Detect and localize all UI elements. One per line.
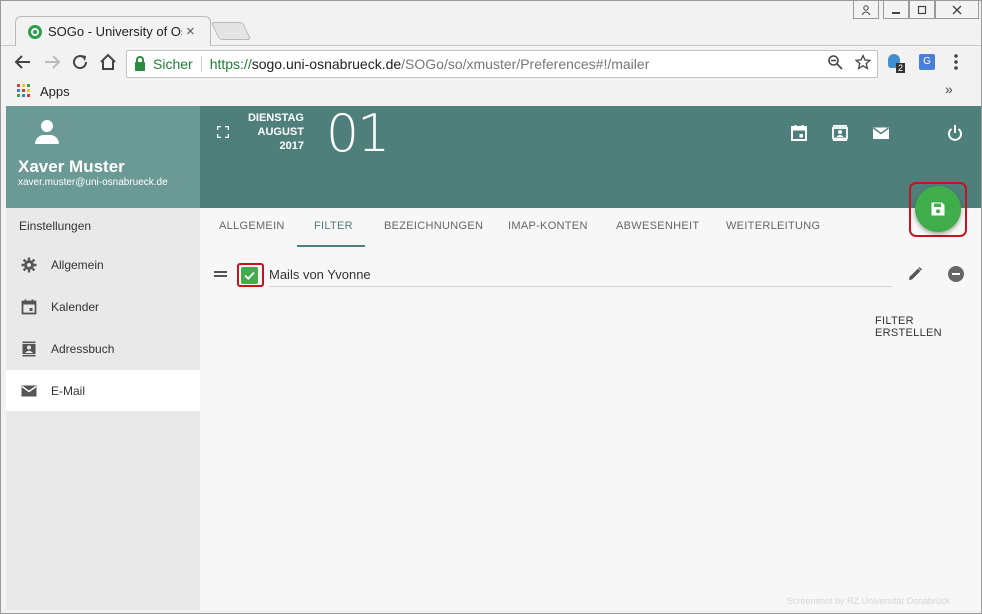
drag-handle-icon[interactable] <box>214 271 227 277</box>
omnibox-actions <box>827 53 872 74</box>
url-host: sogo.uni-osnabrueck.de <box>251 56 402 72</box>
fullscreen-icon[interactable] <box>216 125 230 139</box>
settings-heading: Einstellungen <box>19 219 92 233</box>
tab-close-icon[interactable]: × <box>186 23 195 40</box>
sidebar: Xaver Muster xaver.muster@uni-osnabrueck… <box>6 106 200 610</box>
tab-abwesenheit[interactable]: ABWESENHEIT <box>616 220 699 232</box>
url-scheme: https:// <box>209 56 252 72</box>
profile-icon[interactable] <box>853 1 879 19</box>
mail-icon <box>21 383 37 399</box>
date-year: 2017 <box>279 140 304 152</box>
remove-circle-icon[interactable] <box>948 266 964 282</box>
sidebar-item-label: Kalender <box>51 299 100 314</box>
date-day: 01 <box>326 104 390 164</box>
restore-button[interactable] <box>909 1 935 19</box>
filter-divider <box>269 286 892 287</box>
sogo-app: Xaver Muster xaver.muster@uni-osnabrueck… <box>6 104 981 610</box>
sidebar-item-label: E-Mail <box>51 383 86 398</box>
lock-icon <box>135 55 145 71</box>
sidebar-item-allgemein[interactable]: Allgemein <box>6 244 200 285</box>
tab-title: SOGo - University of Osnabrück <box>48 24 182 39</box>
top-bar: DIENSTAG AUGUST 2017 01 <box>200 104 981 208</box>
browser-menu-icon[interactable] <box>953 53 959 76</box>
tab-allgemein[interactable]: ALLGEMEIN <box>219 220 285 232</box>
filter-enabled-checkbox[interactable] <box>241 267 258 284</box>
contacts-icon <box>21 341 37 357</box>
watermark: Screenshot by RZ Universität Osnabrück <box>787 596 951 606</box>
calendar-icon <box>21 299 37 315</box>
tab-imap-konten[interactable]: IMAP-KONTEN <box>508 220 588 232</box>
reload-button[interactable] <box>69 53 91 75</box>
browser-tab[interactable]: SOGo - University of Osnabrück × <box>15 16 211 46</box>
bookmark-star-icon[interactable] <box>854 53 872 74</box>
tab-filter[interactable]: FILTER <box>314 220 353 232</box>
back-button[interactable] <box>12 53 34 75</box>
bookmark-apps[interactable]: Apps <box>40 84 70 99</box>
tab-weiterleitung[interactable]: WEITERLEITUNG <box>726 220 820 232</box>
home-button[interactable] <box>97 53 119 75</box>
address-bar[interactable]: Sicher https:// sogo.uni-osnabrueck.de /… <box>126 50 878 78</box>
filter-row: Mails von Yvonne <box>200 256 981 290</box>
create-filter-button[interactable]: FILTER ERSTELLEN <box>875 315 981 339</box>
contacts-app-icon[interactable] <box>831 124 849 142</box>
close-window-button[interactable] <box>935 1 979 19</box>
active-tab-indicator <box>297 245 365 247</box>
filter-name[interactable]: Mails von Yvonne <box>269 267 371 282</box>
sidebar-item-kalender[interactable]: Kalender <box>6 286 200 327</box>
user-avatar-icon <box>35 120 59 146</box>
gear-icon <box>21 257 37 273</box>
browser-window: SOGo - University of Osnabrück × <box>0 0 982 614</box>
window-controls <box>853 1 979 21</box>
sidebar-item-label: Adressbuch <box>51 341 115 356</box>
user-name: Xaver Muster <box>18 157 125 176</box>
forward-button[interactable] <box>41 53 63 75</box>
new-tab-button[interactable] <box>210 22 252 40</box>
logout-power-icon[interactable] <box>946 124 964 142</box>
browser-toolbar: Sicher https:// sogo.uni-osnabrueck.de /… <box>1 45 981 81</box>
date-weekday: DIENSTAG <box>247 112 304 124</box>
date-block: DIENSTAG AUGUST 2017 <box>246 111 304 153</box>
bookmarks-bar: Apps » <box>1 81 981 103</box>
extension-translate-icon[interactable]: G <box>919 54 935 70</box>
secure-label: Sicher <box>153 56 193 72</box>
mail-app-icon[interactable] <box>872 124 890 142</box>
sidebar-item-label: Allgemein <box>51 257 104 272</box>
save-icon <box>930 201 946 217</box>
extension-badge: 2 <box>896 63 906 73</box>
edit-pencil-icon[interactable] <box>907 266 923 282</box>
url-path: /SOGo/so/xmuster/Preferences#!/mailer <box>401 56 650 72</box>
extension-ghostery-icon[interactable]: 2 <box>888 54 906 73</box>
calendar-app-icon[interactable] <box>790 124 808 142</box>
sidebar-item-email[interactable]: E-Mail <box>6 370 200 411</box>
bookmarks-overflow[interactable]: » <box>945 81 953 97</box>
minimize-button[interactable] <box>883 1 909 19</box>
separator <box>200 56 202 72</box>
tab-strip: SOGo - University of Osnabrück × <box>1 1 981 46</box>
preferences-main: DIENSTAG AUGUST 2017 01 ALLGEMEIN FILTER… <box>200 104 981 610</box>
user-email: xaver.muster@uni-osnabrueck.de <box>18 177 168 188</box>
user-panel: Xaver Muster xaver.muster@uni-osnabrueck… <box>6 106 200 208</box>
date-month: AUGUST <box>257 126 304 138</box>
tab-bezeichnungen[interactable]: BEZEICHNUNGEN <box>384 220 483 232</box>
sogo-favicon-icon <box>28 24 42 39</box>
apps-grid-icon[interactable] <box>17 84 30 97</box>
zoom-icon[interactable] <box>827 54 843 74</box>
sidebar-item-adressbuch[interactable]: Adressbuch <box>6 328 200 369</box>
save-button[interactable] <box>915 186 961 232</box>
